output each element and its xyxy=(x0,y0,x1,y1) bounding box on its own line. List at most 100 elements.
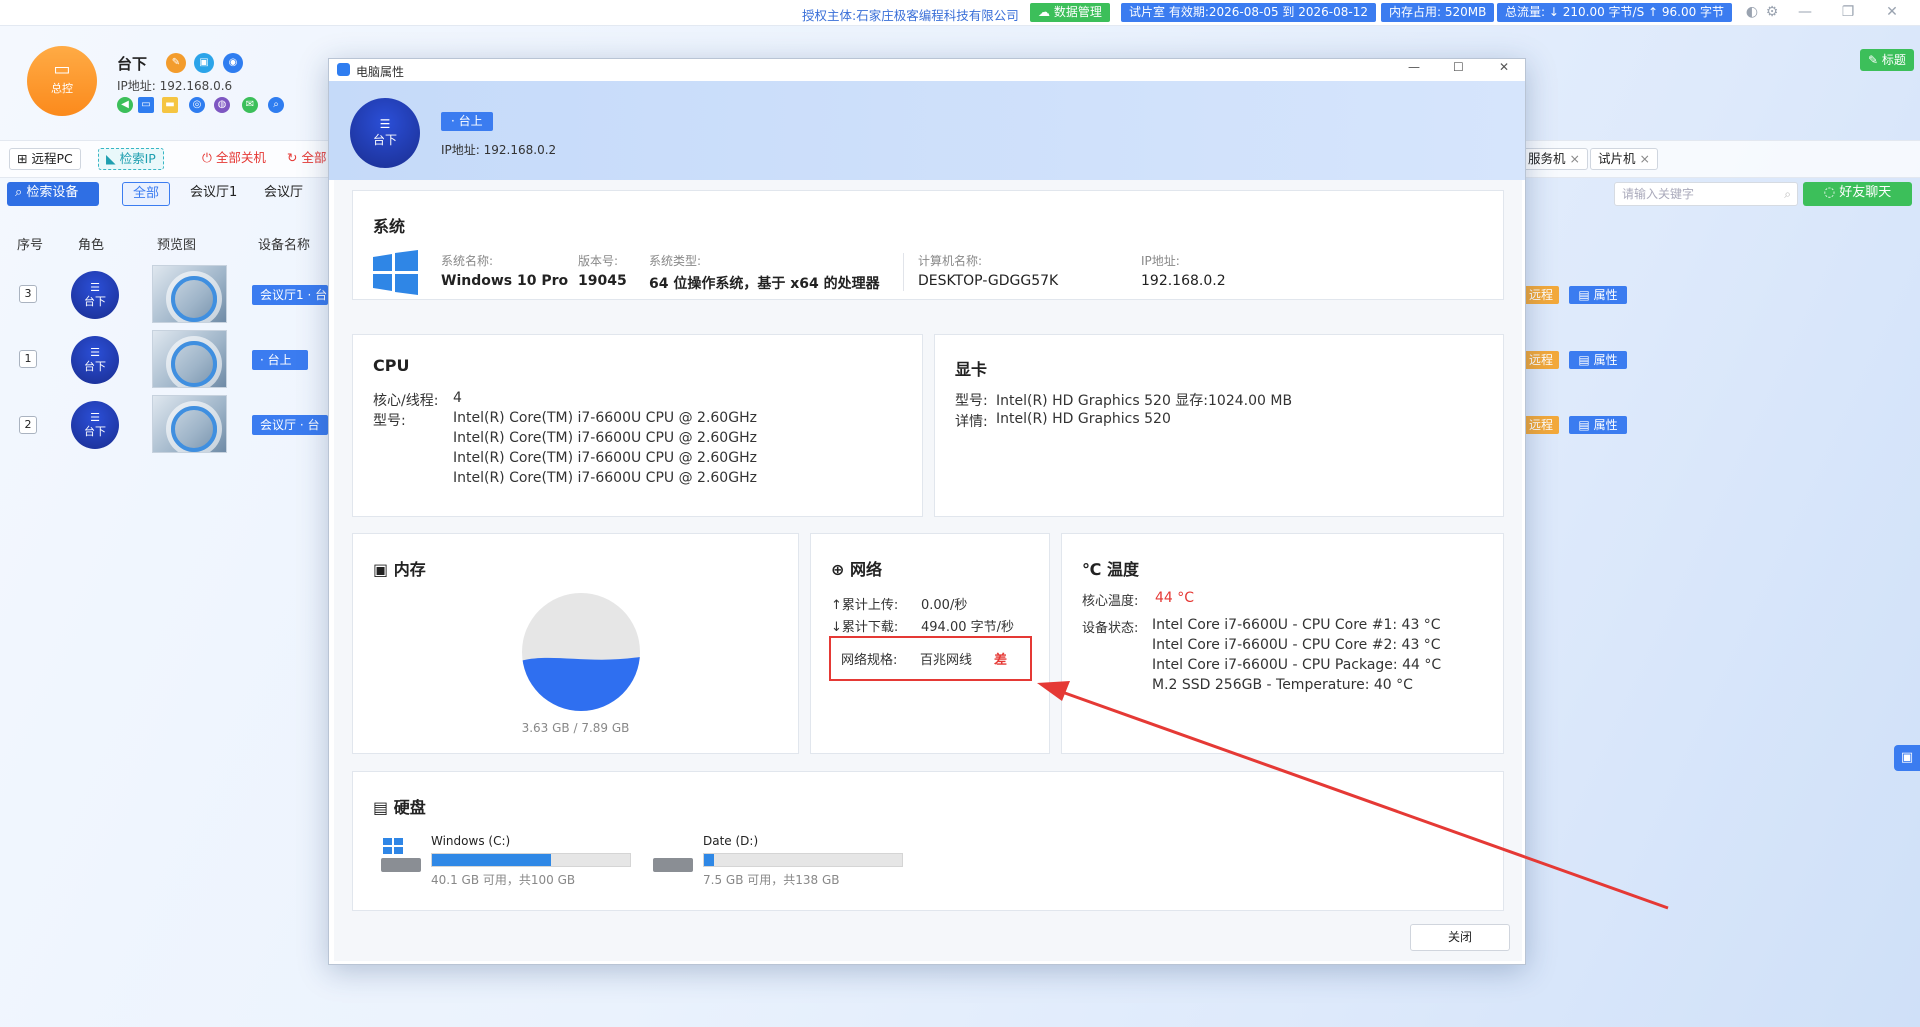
close-tab-icon[interactable]: × xyxy=(1570,151,1580,166)
col-device: 设备名称 xyxy=(258,238,311,253)
sensor-line: Intel Core i7-6600U - CPU Core #1: 43 °C xyxy=(1152,617,1441,633)
ip-value: 192.168.0.2 xyxy=(1141,273,1226,289)
filter-all[interactable]: 全部 xyxy=(122,182,171,206)
cores-label: 核心/线程: xyxy=(373,393,439,409)
list-icon: ☰ xyxy=(90,281,100,294)
role-avatar[interactable]: ☰ 台下 xyxy=(71,401,119,449)
properties-button[interactable]: ▤ 属性 xyxy=(1569,286,1627,304)
memory-usage: 3.63 GB / 7.89 GB xyxy=(521,721,630,735)
spec-label: 网络规格: xyxy=(841,653,898,668)
cores-value: 4 xyxy=(453,390,462,406)
close-icon[interactable]: ✕ xyxy=(1884,4,1900,20)
drive-c-name: Windows (C:) xyxy=(431,834,511,848)
preview-thumbnail[interactable] xyxy=(152,330,227,388)
col-preview: 预览图 xyxy=(157,238,197,253)
cpu-model: Intel(R) Core(TM) i7-6600U CPU @ 2.60GHz xyxy=(453,470,757,486)
minimize-icon[interactable]: — xyxy=(1408,60,1420,74)
dialog-title: 电脑属性 xyxy=(356,65,405,79)
data-mgmt-button[interactable]: ☁ 数据管理 xyxy=(1030,3,1110,22)
chrome-icon[interactable]: ◎ xyxy=(189,97,205,113)
properties-dialog: 电脑属性 — ☐ ✕ ☰ 台下 · 台上 IP地址: 192.168.0.2 系统… xyxy=(328,58,1526,965)
dialog-body: 系统 系统名称: Windows 10 Pro 版本号: 19045 系统类型:… xyxy=(334,180,1522,961)
search-circle-icon[interactable]: ⌕ xyxy=(268,97,284,113)
friend-chat-button[interactable]: ◌ 好友聊天 xyxy=(1803,182,1912,206)
console-avatar[interactable]: ▭ 总控 xyxy=(27,46,97,116)
screen-icon[interactable]: ▭ xyxy=(138,97,154,113)
maximize-icon[interactable]: ☐ xyxy=(1453,60,1464,74)
version: 19045 xyxy=(578,273,627,289)
remote-pc-button[interactable]: ⊞ 远程PC xyxy=(9,148,81,170)
remote-button[interactable]: 远程 xyxy=(1523,351,1559,369)
system-title: 系统 xyxy=(373,217,406,236)
memory-gauge xyxy=(522,593,640,711)
tab-trial[interactable]: 试片机 × xyxy=(1590,148,1658,170)
filter-hall[interactable]: 会议厅 xyxy=(264,182,303,206)
gpu-model-label: 型号: xyxy=(955,393,988,409)
system-type-label: 系统类型: xyxy=(649,254,702,268)
col-role: 角色 xyxy=(78,238,105,253)
cpu-model: Intel(R) Core(TM) i7-6600U CPU @ 2.60GHz xyxy=(453,430,757,446)
preview-thumbnail[interactable] xyxy=(152,395,227,453)
close-icon[interactable]: ✕ xyxy=(1499,60,1509,74)
check-ip-button[interactable]: ◣ 检索IP xyxy=(98,148,164,170)
windows-drive-icon xyxy=(383,838,403,858)
list-icon: ☰ xyxy=(379,117,391,131)
os-name: Windows 10 Pro xyxy=(441,273,569,289)
filter-hall1[interactable]: 会议厅1 xyxy=(190,182,237,206)
role-avatar[interactable]: ☰ 台下 xyxy=(71,271,119,319)
core-temp: 44 °C xyxy=(1155,590,1195,606)
folder-icon[interactable]: ▬ xyxy=(162,97,178,113)
cpu-model: Intel(R) Core(TM) i7-6600U CPU @ 2.60GHz xyxy=(453,450,757,466)
memory-title: ▣ 内存 xyxy=(373,560,426,579)
wechat-icon[interactable]: ✉ xyxy=(242,97,258,113)
sensor-line: M.2 SSD 256GB - Temperature: 40 °C xyxy=(1152,677,1413,693)
remote-button[interactable]: 远程 xyxy=(1523,416,1559,434)
role-avatar[interactable]: ☰ 台下 xyxy=(71,336,119,384)
upload-label: ↑累计上传: xyxy=(831,598,899,613)
search-icon: ⌕ xyxy=(1784,187,1791,201)
restart-all-button[interactable]: ↻ 全部 xyxy=(280,148,333,170)
quality-value: 差 xyxy=(994,653,1008,668)
gpu-detail-label: 详情: xyxy=(955,414,988,430)
properties-button[interactable]: ▤ 属性 xyxy=(1569,416,1627,434)
properties-button[interactable]: ▤ 属性 xyxy=(1569,351,1627,369)
system-type: 64 位操作系统，基于 x64 的处理器 xyxy=(649,276,880,292)
image-icon[interactable]: ▣ xyxy=(194,53,214,73)
side-chat-icon[interactable]: ▣ xyxy=(1894,745,1920,771)
memory-used-fill xyxy=(522,656,640,711)
search-input[interactable]: 请输入关键字 ⌕ xyxy=(1614,182,1798,206)
globe-icon[interactable]: ◍ xyxy=(214,97,230,113)
eye-icon[interactable]: ◉ xyxy=(223,53,243,73)
highlight-box: 网络规格: 百兆网线 差 xyxy=(829,636,1032,681)
drive-c-info: 40.1 GB 可用，共100 GB xyxy=(431,873,576,887)
preview-thumbnail[interactable] xyxy=(152,265,227,323)
settings-icon[interactable]: ⚙ xyxy=(1764,4,1780,20)
temperature-title: ℃ 温度 xyxy=(1082,560,1139,579)
system-card: 系统 系统名称: Windows 10 Pro 版本号: 19045 系统类型:… xyxy=(352,190,1504,300)
close-tab-icon[interactable]: × xyxy=(1640,151,1650,166)
minimize-icon[interactable]: — xyxy=(1797,4,1813,20)
tab-server[interactable]: 服务机 × xyxy=(1520,148,1588,170)
os-name-label: 系统名称: xyxy=(441,254,494,268)
gpu-title: 显卡 xyxy=(955,360,988,379)
device-tag: · 台上 xyxy=(252,350,308,370)
shutdown-all-button[interactable]: ⏻ 全部关机 xyxy=(195,148,273,170)
core-temp-label: 核心温度: xyxy=(1082,594,1139,609)
console-label: 总控 xyxy=(51,82,73,95)
gpu-detail: Intel(R) HD Graphics 520 xyxy=(996,411,1171,427)
memory-badge: 内存占用: 520MB xyxy=(1381,3,1495,22)
list-icon: ☰ xyxy=(90,346,100,359)
drive-d-bar xyxy=(703,853,903,867)
device-tag: 会议厅 · 台 xyxy=(252,415,328,435)
drive-d-name: Date (D:) xyxy=(703,834,759,848)
restore-icon[interactable]: ❐ xyxy=(1840,4,1856,20)
title-button[interactable]: ✎ 标题 xyxy=(1860,49,1914,71)
remote-button[interactable]: 远程 xyxy=(1523,286,1559,304)
edit-icon[interactable]: ✎ xyxy=(166,53,186,73)
skin-icon[interactable]: ◐ xyxy=(1744,4,1760,20)
drive-c-used xyxy=(432,854,551,866)
close-button[interactable]: 关闭 xyxy=(1410,924,1510,951)
speaker-icon[interactable]: ◀ xyxy=(117,97,133,113)
search-device-button[interactable]: ⌕ 检索设备 xyxy=(7,182,99,206)
network-title: ⊕ 网络 xyxy=(831,560,882,579)
